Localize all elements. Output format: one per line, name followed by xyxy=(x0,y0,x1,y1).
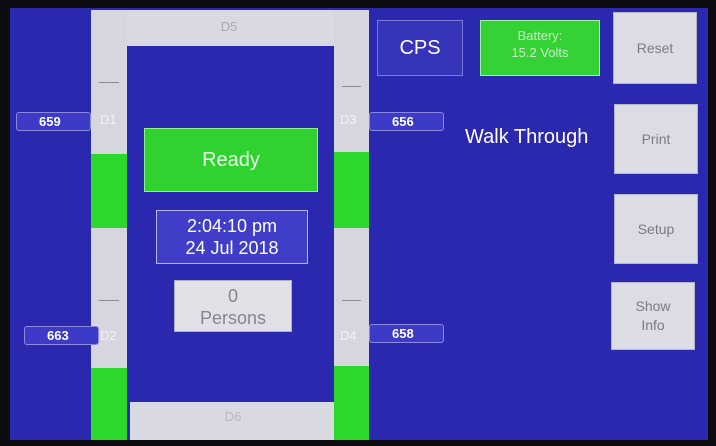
clock-time: 2:04:10 pm xyxy=(186,216,278,236)
reset-button[interactable]: Reset xyxy=(613,12,697,84)
clock-date: 24 Jul 2018 xyxy=(185,238,279,258)
right-sensor-column xyxy=(334,10,369,440)
gate-control-screen: D5 D6 D1 D2 D3 D4 659 663 656 658 Ready … xyxy=(10,8,708,440)
show-info-button[interactable]: Show Info xyxy=(611,282,695,350)
door-d6-bar: D6 xyxy=(130,402,336,440)
sensor-d3-active xyxy=(334,152,369,228)
door-d4-counter: 658 xyxy=(369,324,444,343)
sensor-divider xyxy=(342,86,361,87)
battery-title: Battery: xyxy=(517,28,563,43)
battery-voltage: 15.2 Volts xyxy=(511,45,569,60)
left-sensor-column xyxy=(91,10,127,440)
sensor-d4-active xyxy=(334,366,369,440)
door-d3-counter: 656 xyxy=(369,112,444,131)
door-d1-counter: 659 xyxy=(16,112,91,131)
gate-status-indicator: Ready xyxy=(144,128,318,192)
persons-counter: 0 Persons xyxy=(174,280,292,332)
door-d5-label: D5 xyxy=(220,19,238,34)
door-d1-label: D1 xyxy=(100,112,117,127)
battery-indicator: Battery: 15.2 Volts xyxy=(480,20,600,76)
setup-button[interactable]: Setup xyxy=(614,194,698,264)
door-d2-counter: 663 xyxy=(24,326,99,345)
door-d5-bar: D5 xyxy=(122,10,336,46)
clock-display: 2:04:10 pm 24 Jul 2018 xyxy=(156,210,308,264)
persons-label: Persons xyxy=(199,308,267,328)
setup-label: Setup xyxy=(637,220,675,237)
door-d6-label: D6 xyxy=(224,409,242,424)
sensor-divider xyxy=(342,300,361,301)
cps-label: CPS xyxy=(399,37,441,59)
door-d4-label: D4 xyxy=(340,328,357,343)
door-d3-label: D3 xyxy=(340,112,357,127)
print-label: Print xyxy=(641,130,671,147)
persons-count: 0 xyxy=(227,286,238,306)
show-info-label-line1: Show xyxy=(635,298,671,314)
mode-label: Walk Through xyxy=(465,126,589,148)
print-button[interactable]: Print xyxy=(614,104,698,174)
reset-label: Reset xyxy=(636,39,674,56)
door-d2-label: D2 xyxy=(100,328,117,343)
sensor-d2-active xyxy=(91,368,127,440)
sensor-divider xyxy=(99,300,119,301)
sensor-d1-active xyxy=(91,154,127,228)
cps-button[interactable]: CPS xyxy=(377,20,463,76)
sensor-divider xyxy=(99,82,119,83)
show-info-label-line2: Info xyxy=(641,317,665,333)
gate-status-label: Ready xyxy=(202,149,260,171)
